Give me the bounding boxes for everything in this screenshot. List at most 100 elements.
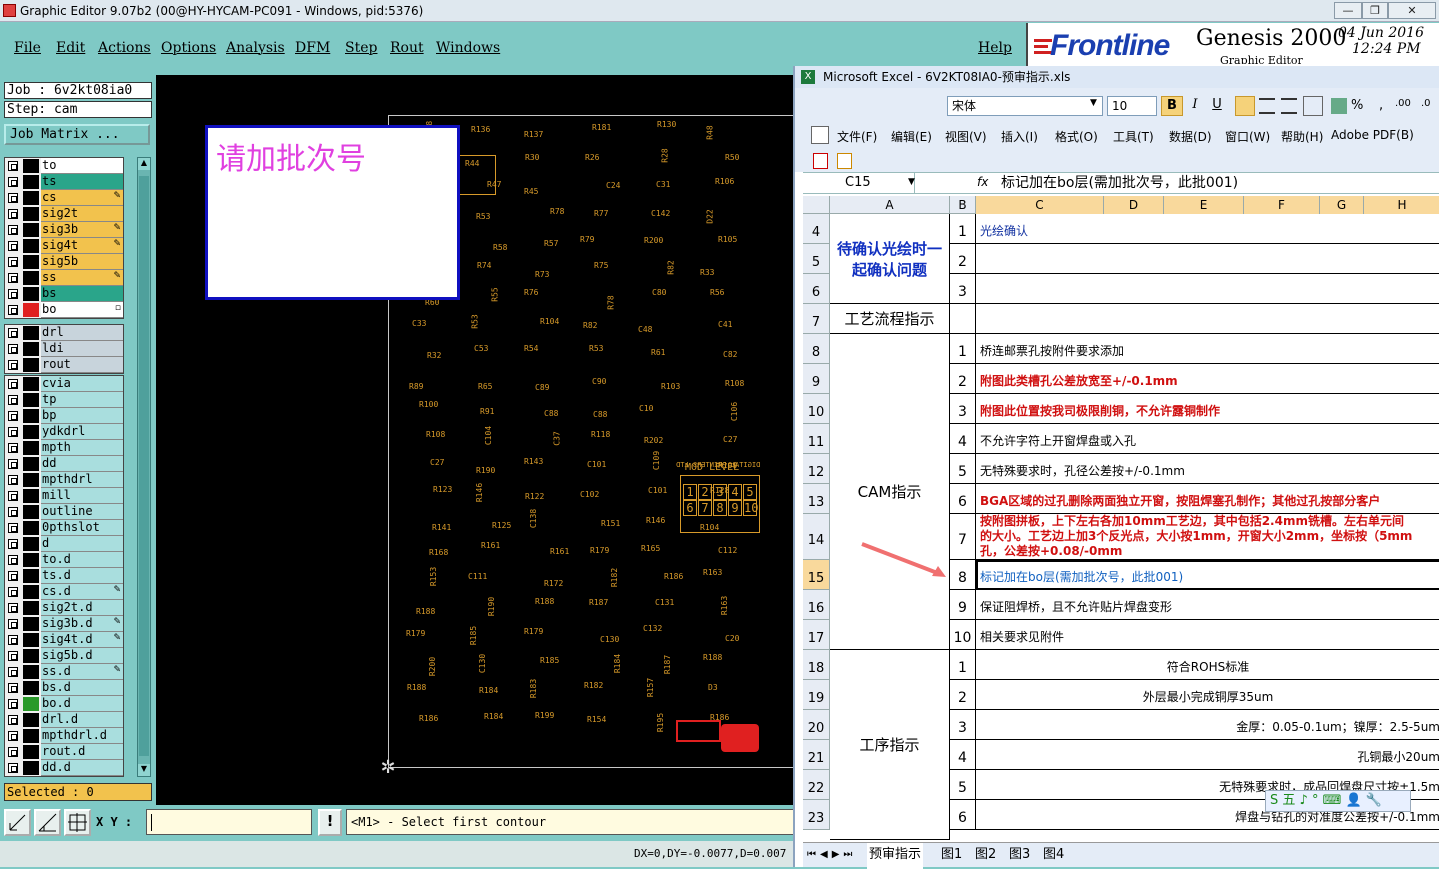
layer-checkbox[interactable]: [8, 747, 18, 757]
layer-color-swatch[interactable]: [23, 326, 39, 340]
menu-analysis[interactable]: Analysis: [226, 40, 285, 56]
index-cell[interactable]: [950, 304, 976, 334]
layer-color-swatch[interactable]: [23, 521, 39, 535]
row-header[interactable]: 4: [803, 214, 830, 244]
menu-edit[interactable]: Edit: [56, 40, 85, 56]
layer-name[interactable]: ts.d: [41, 568, 123, 584]
layer-checkbox[interactable]: [8, 571, 18, 581]
layer-row[interactable]: dd: [5, 456, 123, 472]
layer-name[interactable]: mpthdrl: [41, 472, 123, 488]
instruction-cell[interactable]: 附图此类槽孔公差放宽至+/-0.1mm: [976, 364, 1439, 394]
sheet-tab[interactable]: 预审指示: [867, 843, 924, 869]
row-header[interactable]: 9: [803, 364, 830, 394]
font-dropdown-icon[interactable]: ▼: [1090, 98, 1097, 108]
layer-row[interactable]: bp: [5, 408, 123, 424]
italic-button[interactable]: I: [1185, 96, 1205, 116]
layer-color-swatch[interactable]: [23, 745, 39, 759]
column-header[interactable]: H: [1364, 196, 1439, 214]
index-cell[interactable]: 5: [950, 454, 976, 484]
scroll-down-icon[interactable]: ▼: [138, 764, 150, 776]
row-header[interactable]: 14: [803, 514, 830, 560]
instruction-cell[interactable]: 孔铜最小20um: [976, 740, 1439, 770]
column-header[interactable]: F: [1244, 196, 1320, 214]
section-label[interactable]: CAM指示: [830, 334, 950, 650]
excel-menu-item[interactable]: 格式(O): [1055, 128, 1098, 145]
layer-checkbox[interactable]: [8, 651, 18, 661]
merge-cells-icon[interactable]: [1303, 96, 1323, 116]
layer-checkbox[interactable]: [8, 555, 18, 565]
layer-color-swatch[interactable]: [23, 239, 39, 253]
row-header[interactable]: 21: [803, 740, 830, 770]
ime-toolbar[interactable]: S 五 ♪ ° ⌨ 👤 🔧: [1265, 790, 1411, 812]
menu-windows[interactable]: Windows: [436, 40, 500, 56]
layer-checkbox[interactable]: [8, 360, 18, 370]
layer-color-swatch[interactable]: [23, 713, 39, 727]
layer-color-swatch[interactable]: [23, 681, 39, 695]
layer-name[interactable]: sig4t.d: [41, 632, 123, 648]
index-cell[interactable]: 3: [950, 274, 976, 304]
instruction-cell[interactable]: 附图此位置按我司极限削铜，不允许露铜制作: [976, 394, 1439, 424]
close-button[interactable]: ✕: [1388, 2, 1436, 19]
layer-checkbox[interactable]: [8, 459, 18, 469]
instruction-cell[interactable]: [976, 244, 1439, 274]
row-header[interactable]: 12: [803, 454, 830, 484]
layer-checkbox[interactable]: [8, 475, 18, 485]
layer-name[interactable]: to: [41, 158, 123, 174]
increase-decimal-icon[interactable]: .00: [1395, 98, 1411, 109]
font-size-select[interactable]: 10: [1107, 96, 1157, 116]
index-cell[interactable]: 2: [950, 680, 976, 710]
instruction-cell[interactable]: 外层最小完成铜厚35um: [976, 680, 1439, 710]
layer-row[interactable]: mpthdrl: [5, 472, 123, 488]
excel-menu-item[interactable]: 编辑(E): [891, 128, 932, 145]
layer-color-swatch[interactable]: [23, 729, 39, 743]
layer-checkbox[interactable]: [8, 305, 18, 315]
layer-checkbox[interactable]: [8, 683, 18, 693]
layer-name[interactable]: mpthdrl.d: [41, 728, 123, 744]
layer-checkbox[interactable]: [8, 731, 18, 741]
index-cell[interactable]: 4: [950, 424, 976, 454]
menu-step[interactable]: Step: [345, 40, 377, 56]
layer-color-swatch[interactable]: [23, 473, 39, 487]
layer-color-swatch[interactable]: [23, 505, 39, 519]
layer-row[interactable]: rout.d: [5, 744, 123, 760]
excel-menu-item[interactable]: 插入(I): [1001, 128, 1038, 145]
layer-color-swatch[interactable]: [23, 457, 39, 471]
layer-color-swatch[interactable]: [23, 393, 39, 407]
minimize-button[interactable]: —: [1334, 2, 1362, 19]
layer-row[interactable]: tp: [5, 392, 123, 408]
layer-color-swatch[interactable]: [23, 207, 39, 221]
layer-row[interactable]: 0pthslot: [5, 520, 123, 536]
instruction-cell[interactable]: BGA区域的过孔删除两面独立开窗，按阻焊塞孔制作；其他过孔按部分客户: [976, 484, 1439, 514]
excel-menu-item[interactable]: Adobe PDF(B): [1331, 128, 1414, 142]
layer-checkbox[interactable]: [8, 257, 18, 267]
layer-row[interactable]: sig4t.d ✎: [5, 632, 123, 648]
align-center-icon[interactable]: [1259, 98, 1275, 114]
layer-color-swatch[interactable]: [23, 633, 39, 647]
layer-name[interactable]: tp: [41, 392, 123, 408]
index-cell[interactable]: 9: [950, 590, 976, 620]
layer-row[interactable]: mpthdrl.d: [5, 728, 123, 744]
layer-checkbox[interactable]: [8, 241, 18, 251]
job-matrix-button[interactable]: Job Matrix ...: [4, 124, 150, 145]
layer-checkbox[interactable]: [8, 411, 18, 421]
layer-color-swatch[interactable]: [23, 665, 39, 679]
layer-row[interactable]: ts: [5, 174, 123, 190]
layer-row[interactable]: cvia: [5, 376, 123, 392]
instruction-cell[interactable]: 符合ROHS标准: [976, 650, 1439, 680]
name-box-dropdown-icon[interactable]: ▼: [908, 177, 915, 187]
layer-name[interactable]: dd.d: [41, 760, 123, 776]
layer-checkbox[interactable]: [8, 177, 18, 187]
layer-name[interactable]: sig5b.d: [41, 648, 123, 664]
row-header[interactable]: 22: [803, 770, 830, 800]
layer-checkbox[interactable]: [8, 379, 18, 389]
layer-name[interactable]: 0pthslot: [41, 520, 123, 536]
layer-row[interactable]: drl: [5, 325, 123, 341]
row-header[interactable]: 15: [803, 560, 830, 590]
index-cell[interactable]: 3: [950, 710, 976, 740]
layer-row[interactable]: ss.d ✎: [5, 664, 123, 680]
xy-input[interactable]: [146, 809, 312, 835]
layer-name[interactable]: to.d: [41, 552, 123, 568]
layer-row[interactable]: ldi: [5, 341, 123, 357]
instruction-cell[interactable]: 相关要求见附件: [976, 620, 1439, 650]
scroll-up-icon[interactable]: ▲: [138, 158, 150, 170]
